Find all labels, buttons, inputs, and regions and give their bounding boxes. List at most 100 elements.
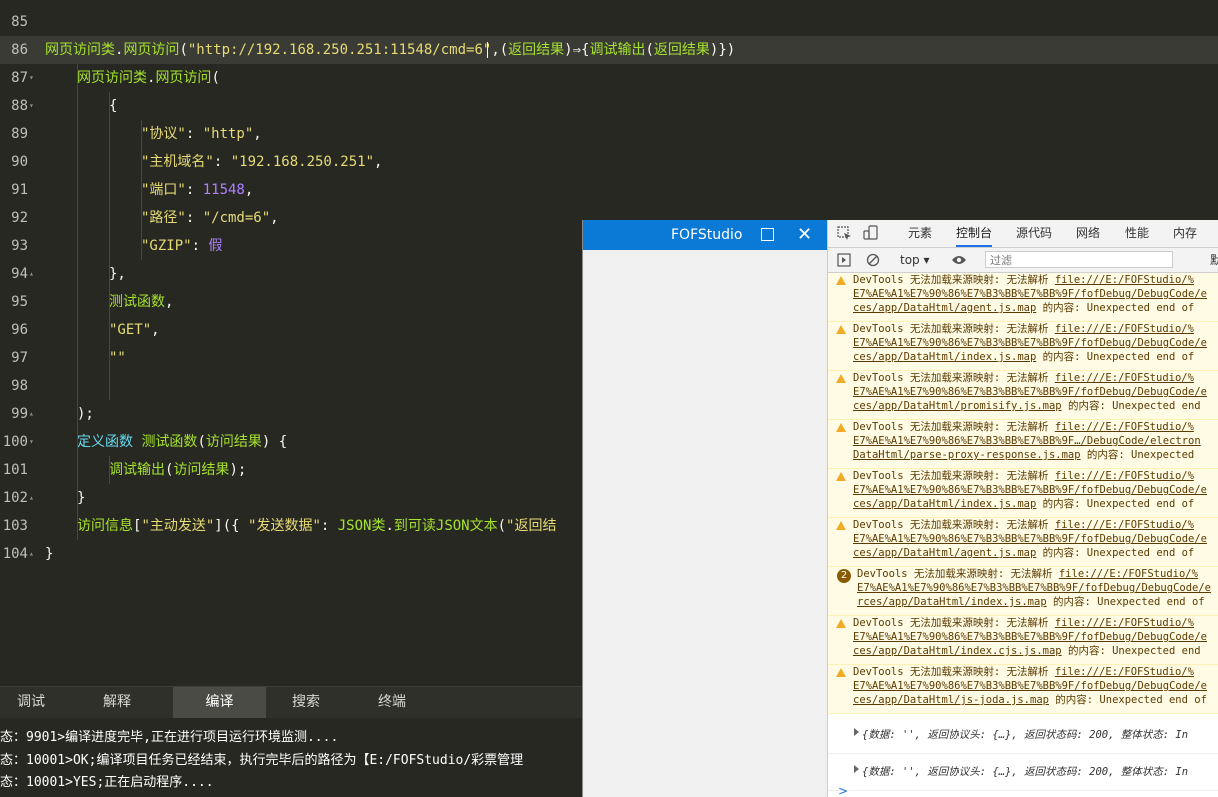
code-token: 测试函数: [109, 294, 165, 310]
source-map-link[interactable]: DataHtml/parse-proxy-response.js.map: [853, 449, 1081, 461]
devtools-tab-1[interactable]: 控制台: [956, 220, 993, 247]
bottom-tab-1[interactable]: 解释: [77, 687, 157, 718]
source-map-link[interactable]: E7%AE%A1%E7%90%86%E7%B3%BB%E7%BB%9F…/Deb…: [853, 435, 1201, 447]
source-map-link[interactable]: file:///E:/FOFStudio/%: [1055, 323, 1194, 335]
warning-line-2: E7%AE%A1%E7%90%86%E7%B3%BB%E7%BB%9F…/Deb…: [853, 434, 1201, 448]
indent-guide: [77, 428, 78, 456]
warning-line-2: E7%AE%A1%E7%90%86%E7%B3%BB%E7%BB%9F/fofD…: [857, 581, 1211, 595]
source-map-link[interactable]: rces/app/DataHtml/index.js.map: [857, 596, 1047, 608]
warning-line-1: DevTools 无法加载来源映射: 无法解析 file:///E:/FOFSt…: [853, 420, 1194, 434]
sidebar-toggle-icon[interactable]: [837, 253, 851, 267]
code-token: ,: [374, 154, 383, 170]
warning-text: DevTools 无法加载来源映射: 无法解析: [853, 323, 1055, 335]
bottom-panel-tabs: 调试 解释 编译 搜索 终端: [0, 686, 582, 718]
live-expression-eye-icon[interactable]: [951, 254, 967, 266]
devtools-tab-5[interactable]: 内存: [1173, 220, 1197, 247]
source-map-link[interactable]: E7%AE%A1%E7%90%86%E7%B3%BB%E7%BB%9F/fofD…: [853, 386, 1207, 398]
warning-icon: [836, 423, 846, 432]
line-number: 94: [11, 266, 28, 282]
inspect-element-icon[interactable]: [837, 226, 852, 241]
devtools-tab-2[interactable]: 源代码: [1016, 220, 1052, 247]
source-map-link[interactable]: E7%AE%A1%E7%90%86%E7%B3%BB%E7%BB%9F/fofD…: [853, 288, 1207, 300]
warning-text: DevTools 无法加载来源映射: 无法解析: [857, 568, 1059, 580]
default-levels-label[interactable]: 默: [1210, 248, 1218, 272]
clear-console-icon[interactable]: [866, 253, 880, 267]
warning-icon: [836, 325, 846, 334]
source-map-link[interactable]: file:///E:/FOFStudio/%: [1055, 666, 1194, 678]
fold-toggle-icon[interactable]: ▾: [29, 428, 34, 456]
source-map-link[interactable]: ces/app/DataHtml/index.cjs.js.map: [853, 645, 1062, 657]
console-prompt[interactable]: >: [838, 784, 848, 797]
code-token: .: [385, 518, 394, 534]
source-map-link[interactable]: file:///E:/FOFStudio/%: [1055, 617, 1194, 629]
code-token: JSON类: [337, 518, 386, 534]
fold-toggle-icon[interactable]: ▴: [29, 260, 34, 288]
code-token: ]({: [214, 518, 249, 534]
code-token: )⇒{: [564, 42, 590, 58]
source-map-link[interactable]: ces/app/DataHtml/js-joda.js.map: [853, 694, 1049, 706]
code-token: 访问结果: [205, 434, 262, 450]
fold-toggle-icon[interactable]: ▴: [29, 540, 34, 568]
source-map-link[interactable]: E7%AE%A1%E7%90%86%E7%B3%BB%E7%BB%9F/fofD…: [853, 533, 1207, 545]
source-map-link[interactable]: file:///E:/FOFStudio/%: [1055, 470, 1194, 482]
warning-line-1: DevTools 无法加载来源映射: 无法解析 file:///E:/FOFSt…: [853, 273, 1194, 287]
code-line: 90 "主机域名": "192.168.250.251",: [0, 148, 1218, 176]
source-map-link[interactable]: ces/app/DataHtml/promisify.js.map: [853, 400, 1062, 412]
source-map-link[interactable]: E7%AE%A1%E7%90%86%E7%B3%BB%E7%BB%9F/fofD…: [853, 484, 1207, 496]
code-text: "GZIP": 假: [141, 232, 222, 260]
bottom-tab-2[interactable]: 编译: [173, 687, 266, 718]
line-number: 88: [11, 98, 28, 114]
warning-icon: [836, 619, 846, 628]
source-map-link[interactable]: ces/app/DataHtml/agent.js.map: [853, 302, 1036, 314]
devtools-tab-0[interactable]: 元素: [908, 220, 932, 247]
console-filter-input[interactable]: 过滤: [985, 251, 1173, 268]
devtools-tab-4[interactable]: 性能: [1125, 220, 1149, 247]
source-map-link[interactable]: ces/app/DataHtml/index.js.map: [853, 351, 1036, 363]
maximize-icon[interactable]: [761, 228, 774, 241]
source-map-link[interactable]: file:///E:/FOFStudio/%: [1055, 274, 1194, 286]
fold-toggle-icon[interactable]: ▾: [29, 64, 34, 92]
devtools-tab-3[interactable]: 网络: [1076, 220, 1100, 247]
source-map-link[interactable]: file:///E:/FOFStudio/%: [1055, 519, 1194, 531]
bottom-tab-0[interactable]: 调试: [0, 687, 62, 718]
source-map-link[interactable]: file:///E:/FOFStudio/%: [1055, 421, 1194, 433]
source-map-link[interactable]: E7%AE%A1%E7%90%86%E7%B3%BB%E7%BB%9F/fofD…: [853, 631, 1207, 643]
code-token: }: [45, 546, 54, 562]
source-map-link[interactable]: E7%AE%A1%E7%90%86%E7%B3%BB%E7%BB%9F/fofD…: [853, 337, 1207, 349]
source-map-link[interactable]: E7%AE%A1%E7%90%86%E7%B3%BB%E7%BB%9F/fofD…: [857, 582, 1211, 594]
output-line: 态：10001>OK;编译项目任务已经结束，执行完毕后的路径为【E:/FOFSt…: [0, 752, 524, 768]
code-token: "http": [202, 126, 254, 142]
fold-toggle-icon[interactable]: ▴: [29, 484, 34, 512]
code-text: 调试输出(访问结果);: [109, 456, 246, 484]
indent-guide: [77, 372, 78, 400]
code-text: "": [109, 344, 126, 372]
indent-guide: [77, 484, 78, 512]
source-map-link[interactable]: E7%AE%A1%E7%90%86%E7%B3%BB%E7%BB%9F/fofD…: [853, 680, 1207, 692]
code-token: "http://192.168.250.251:11548/cmd=6": [187, 42, 492, 58]
bottom-tab-3[interactable]: 搜索: [266, 687, 346, 718]
context-selector[interactable]: top ▾: [900, 248, 930, 272]
fold-toggle-icon[interactable]: ▴: [29, 400, 34, 428]
close-icon[interactable]: ✕: [797, 220, 812, 250]
source-map-link[interactable]: ces/app/DataHtml/agent.js.map: [853, 547, 1036, 559]
source-map-link[interactable]: file:///E:/FOFStudio/%: [1055, 372, 1194, 384]
code-text: {: [109, 92, 117, 120]
bottom-tab-4[interactable]: 终端: [362, 687, 422, 718]
console-log-entry[interactable]: {数据: '', 返回协议头: {…}, 返回状态码: 200, 整体状态: I…: [828, 717, 1218, 754]
code-token: 到可读JSON文本: [393, 518, 498, 534]
indent-guide: [77, 148, 78, 176]
indent-guide: [77, 512, 78, 540]
console-log-entry[interactable]: {数据: '', 返回协议头: {…}, 返回状态码: 200, 整体状态: I…: [828, 754, 1218, 791]
expand-arrow-icon[interactable]: [854, 728, 859, 736]
warning-line-2: E7%AE%A1%E7%90%86%E7%B3%BB%E7%BB%9F/fofD…: [853, 385, 1207, 399]
fofstudio-titlebar[interactable]: FOFStudio ✕: [583, 220, 828, 250]
code-line: 88 ▾ {: [0, 92, 1218, 120]
source-map-link[interactable]: ces/app/DataHtml/index.js.map: [853, 498, 1036, 510]
indent-guide: [77, 64, 78, 92]
expand-arrow-icon[interactable]: [854, 765, 859, 773]
device-toolbar-icon[interactable]: [863, 225, 879, 241]
fold-toggle-icon[interactable]: ▾: [29, 92, 34, 120]
code-text: "主机域名": "192.168.250.251",: [141, 148, 382, 176]
log-object-preview: {数据: '', 返回协议头: {…}, 返回状态码: 200, 整体状态: I…: [862, 766, 1189, 778]
source-map-link[interactable]: file:///E:/FOFStudio/%: [1059, 568, 1198, 580]
